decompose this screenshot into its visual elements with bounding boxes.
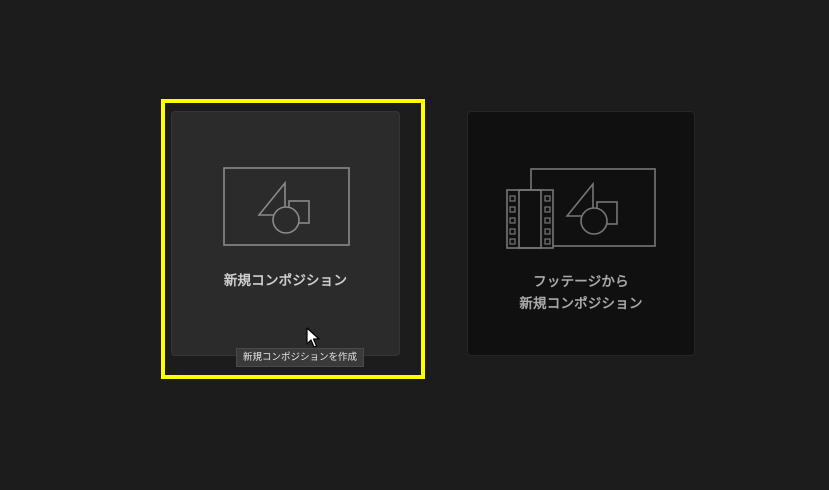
new-composition-from-footage-label: フッテージから 新規コンポジション xyxy=(468,271,694,315)
new-composition-from-footage-card[interactable]: フッテージから 新規コンポジション xyxy=(467,111,695,356)
footage-composition-icon xyxy=(506,168,656,249)
start-screen: 新規コンポジション フッテージから 新規コンポジション 新規コンポジションを作成 xyxy=(0,0,829,490)
mouse-cursor-icon xyxy=(306,327,320,348)
composition-icon xyxy=(223,167,350,246)
footage-label-line2: 新規コンポジション xyxy=(519,296,643,312)
new-composition-card[interactable]: 新規コンポジション xyxy=(171,111,400,356)
footage-label-line1: フッテージから xyxy=(533,274,629,290)
tooltip: 新規コンポジションを作成 xyxy=(236,348,365,367)
new-composition-label: 新規コンポジション xyxy=(223,273,348,289)
